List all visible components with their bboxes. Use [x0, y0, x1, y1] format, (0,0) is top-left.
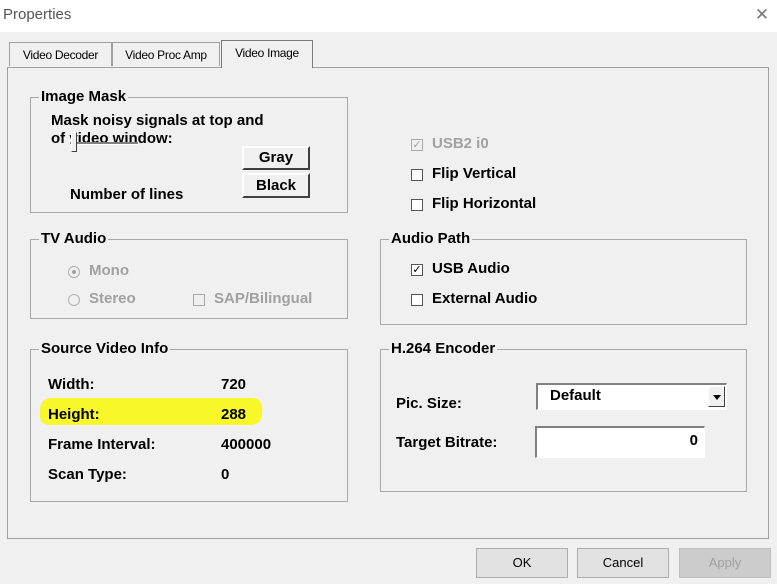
width-label: Width: — [48, 376, 95, 393]
audio-path-title: Audio Path — [389, 230, 473, 247]
target-bitrate-input[interactable]: 0 — [535, 426, 705, 458]
h264-encoder-title: H.264 Encoder — [389, 340, 498, 357]
flip-vertical-label: Flip Vertical — [432, 165, 517, 182]
target-bitrate-label: Target Bitrate: — [396, 434, 498, 451]
chevron-down-icon[interactable] — [708, 386, 725, 407]
tab-video-proc-amp[interactable]: Video Proc Amp — [112, 42, 220, 66]
window-title: Properties — [3, 6, 72, 23]
mask-description-line1: Mask noisy signals at top and — [51, 112, 264, 129]
usb-audio-checkbox[interactable]: ✓ — [411, 264, 423, 276]
sap-bilingual-checkbox[interactable] — [193, 294, 205, 306]
flip-horizontal-label: Flip Horizontal — [432, 195, 537, 212]
tv-audio-title: TV Audio — [39, 230, 109, 247]
flip-vertical-checkbox[interactable] — [411, 169, 423, 181]
scan-type-label: Scan Type: — [48, 466, 127, 483]
scan-type-value: 0 — [221, 466, 230, 483]
stereo-radio[interactable] — [68, 294, 80, 306]
source-video-info-title: Source Video Info — [39, 340, 171, 357]
close-icon[interactable]: ✕ — [750, 2, 774, 28]
external-audio-label: External Audio — [432, 290, 538, 307]
ok-button[interactable]: OK — [476, 548, 568, 578]
height-label: Height: — [48, 406, 100, 423]
h264-encoder-group: H.264 Encoder — [380, 340, 747, 492]
mono-radio[interactable] — [68, 266, 80, 278]
cancel-button[interactable]: Cancel — [577, 548, 669, 578]
frame-interval-value: 400000 — [221, 436, 272, 453]
mono-label: Mono — [89, 262, 129, 279]
height-value: 288 — [221, 406, 247, 423]
pic-size-label: Pic. Size: — [396, 395, 462, 412]
sap-bilingual-label: SAP/Bilingual — [214, 290, 313, 307]
frame-interval-label: Frame Interval: — [48, 436, 156, 453]
black-button[interactable]: Black — [242, 173, 310, 198]
gray-button[interactable]: Gray — [242, 146, 310, 170]
tv-audio-group: TV Audio — [30, 230, 348, 319]
title-bar: Properties ✕ — [0, 0, 777, 32]
usb2-i0-checkbox[interactable]: ✓ — [411, 139, 423, 151]
pic-size-value: Default — [550, 387, 601, 404]
mask-lines-slider-track[interactable] — [70, 142, 138, 145]
audio-path-group: Audio Path — [380, 230, 747, 325]
image-mask-title: Image Mask — [39, 88, 129, 105]
stereo-label: Stereo — [89, 290, 136, 307]
flip-horizontal-checkbox[interactable] — [411, 199, 423, 211]
width-value: 720 — [221, 376, 247, 393]
mask-lines-slider-thumb[interactable] — [71, 132, 77, 152]
slider-label: Number of lines — [70, 186, 184, 203]
usb-audio-label: USB Audio — [432, 260, 510, 277]
usb2-i0-label: USB2 i0 — [432, 135, 489, 152]
pic-size-select[interactable]: Default — [536, 383, 727, 410]
tab-video-image[interactable]: Video Image — [221, 40, 313, 68]
tab-video-decoder[interactable]: Video Decoder — [9, 42, 112, 66]
apply-button[interactable]: Apply — [679, 548, 771, 578]
external-audio-checkbox[interactable] — [411, 294, 423, 306]
